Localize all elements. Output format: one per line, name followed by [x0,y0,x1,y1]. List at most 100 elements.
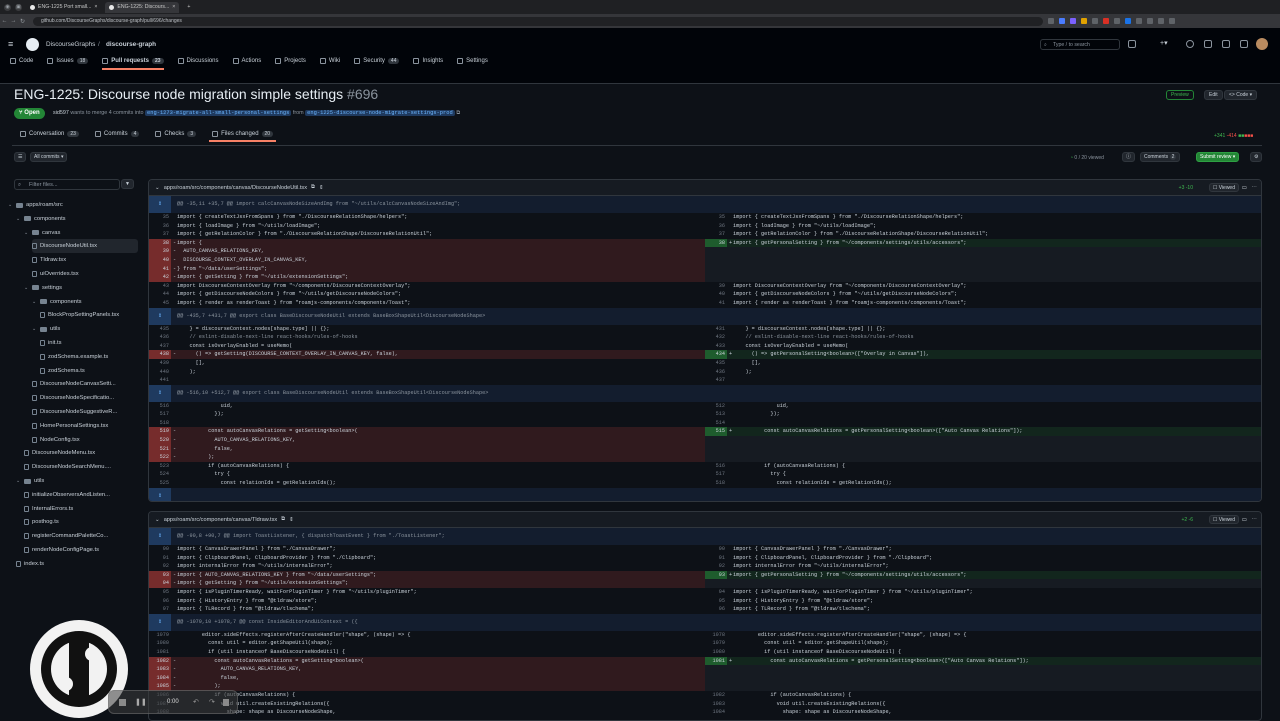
left-line[interactable]: 520- AUTO_CANVAS_RELATIONS_KEY, [149,436,705,445]
left-line[interactable]: 35 import { createTextJsxFromSpans } from… [149,213,705,222]
tree-file[interactable]: init.ts [40,336,138,350]
tree-file[interactable]: initializeObserversAndListen... [24,488,138,502]
left-line[interactable]: 91 import { ClipboardPanel, ClipboardProv… [149,554,705,563]
left-line[interactable]: 519- const autoCanvasRelations = getSett… [149,427,705,437]
tree-file[interactable]: Tldraw.tsx [32,253,138,267]
tree-folder[interactable]: ⌄ canvas [24,226,138,240]
right-line[interactable]: 518 const relationIds = getRelationIds()… [705,479,1261,488]
redo-icon[interactable]: ↷ [209,698,215,706]
code-button[interactable]: <> Code ▾ [1224,90,1258,100]
chevron-down-icon[interactable]: ⌄ [32,326,37,332]
left-line[interactable]: 94- import { getSetting } from "~/utils/e… [149,579,705,588]
chevron-down-icon[interactable]: ⌄ [24,285,29,291]
left-line[interactable]: 90 import { CanvasDrawerPanel } from "./C… [149,545,705,554]
right-line[interactable]: 41 import { render as renderToast } from … [705,299,1261,308]
left-line[interactable]: 92 import internalError from "~/utils/int… [149,562,705,571]
viewed-checkbox[interactable]: ☐ Viewed [1208,183,1239,192]
right-line[interactable]: 35 import { createTextJsxFromSpans } from… [705,213,1261,222]
repo-link[interactable]: discourse-graph [106,41,156,48]
tree-file[interactable]: DiscourseNodeMenu.tsx [24,446,138,460]
right-line[interactable] [705,264,1261,274]
left-line[interactable]: 38- import { [149,238,705,248]
right-line[interactable]: 1083 void util.createExistingRelations({ [705,700,1261,709]
viewed-checkbox[interactable]: ☐ Viewed [1208,515,1239,524]
left-line[interactable]: 521- false, [149,444,705,454]
tree-file[interactable]: BlockPropSettingPanels.tsx [40,308,138,322]
right-line[interactable]: 437 [705,376,1261,385]
chevron-down-icon[interactable]: ⌄ [32,299,37,305]
left-line[interactable]: 36 import { loadImage } from "~/utils/loa… [149,222,705,231]
tree-folder[interactable]: ⌄ settings [24,281,138,295]
hamburger-menu-icon[interactable]: ≡ [8,39,13,49]
author-link[interactable]: sid597 [53,110,69,116]
left-line[interactable]: 43 import DiscourseContextOverlay from "~… [149,282,705,291]
right-line[interactable]: 91 import { ClipboardPanel, ClipboardProv… [705,554,1261,563]
left-line[interactable]: 435 } = discourseContext.nodes[shape.typ… [149,325,705,334]
right-line[interactable] [705,673,1261,683]
delete-icon[interactable] [223,699,229,706]
left-line[interactable]: 440 ); [149,368,705,377]
tree-file[interactable]: DiscourseNodeSearchMenu.... [24,460,138,474]
left-line[interactable]: 436 // eslint-disable-next-line react-ho… [149,333,705,342]
submit-review-button[interactable]: Submit review ▾ [1196,152,1240,162]
undo-icon[interactable]: ↶ [193,698,199,706]
right-line[interactable]: 1082 if (autoCanvasRelations) { [705,691,1261,700]
left-line[interactable]: 523 if (autoCanvasRelations) { [149,462,705,471]
right-line[interactable]: 40 import { getDiscourseNodeColors } from… [705,290,1261,299]
filter-options-button[interactable]: ▼ [121,179,134,189]
right-line[interactable] [705,436,1261,445]
right-line[interactable] [705,453,1261,462]
right-line[interactable]: 1084 shape: shape as DiscourseNodeShape, [705,708,1261,717]
extension-icon[interactable] [1158,18,1164,24]
expand-all-icon[interactable]: ⇕ [319,185,324,191]
extension-icon[interactable] [1136,18,1142,24]
tree-file[interactable]: DiscourseNodeSuggestiveR... [32,405,138,419]
left-line[interactable]: 97 import { TLRecord } from "@tldraw/tlsc… [149,605,705,614]
new-tab-button[interactable]: + [183,2,194,13]
right-line[interactable]: 96 import { TLRecord } from "@tldraw/tlsc… [705,605,1261,614]
url-input[interactable]: github.com/DiscourseGraphs/discourse-gra… [33,16,1043,26]
right-line[interactable]: 513 }); [705,410,1261,419]
copy-icon[interactable]: ⧉ [311,184,315,191]
pull-requests-icon[interactable] [1204,40,1212,48]
left-line[interactable]: 516 uid, [149,402,705,411]
repo-tab-issues[interactable]: Issues 18 [47,58,89,64]
copy-icon[interactable]: ⧉ [281,516,285,523]
extension-icon[interactable] [1048,18,1054,24]
chevron-down-icon[interactable]: ⌄ [8,202,13,208]
right-line[interactable]: 517 try { [705,470,1261,479]
copy-icon[interactable]: ⧉ [456,110,460,116]
expand-icon[interactable]: ⇕ [149,528,171,545]
collapse-chevron-icon[interactable]: ⌄ [155,185,160,191]
left-line[interactable]: 437 const isOverlayEnabled = useMemo( [149,342,705,351]
comments-button[interactable]: Comments 2 [1140,152,1181,162]
right-line[interactable]: 432 // eslint-disable-next-line react-ho… [705,333,1261,342]
tree-file[interactable]: renderNodeConfigPage.ts [24,543,138,557]
tree-file[interactable]: NodeConfig.tsx [32,433,138,447]
tab-files-changed[interactable]: Files changed 20 [209,131,277,142]
repo-tab-actions[interactable]: Actions [232,58,261,64]
left-line[interactable]: 95 import { isPluginTimerReady, waitForPl… [149,588,705,597]
close-icon[interactable]: × [172,4,175,10]
create-new-icon[interactable]: +▾ [1160,39,1168,47]
window-icon[interactable]: ▣ [15,3,22,11]
menu-icon[interactable] [1169,18,1175,24]
back-icon[interactable]: ← [0,18,9,24]
close-icon[interactable]: × [94,4,97,10]
org-link[interactable]: DiscourseGraphs [46,41,95,48]
right-line[interactable]: 1078 editor.sideEffects.registerAfterCre… [705,631,1261,640]
file-path[interactable]: apps/roam/src/components/canvas/Discours… [164,185,307,191]
issues-icon[interactable] [1186,40,1194,48]
left-line[interactable]: 45 import { render as renderToast } from … [149,299,705,308]
extension-icon[interactable] [1125,18,1131,24]
more-options-icon[interactable]: ⋯ [1251,185,1257,191]
right-line[interactable]: 1079 const util = editor.getShapeUtil(sh… [705,639,1261,648]
browser-tab-2[interactable]: ENG-1225: Discours... × [105,1,180,13]
tree-file[interactable]: uiOverrides.tsx [32,267,138,281]
file-path[interactable]: apps/roam/src/components/canvas/Tldraw.t… [164,517,277,523]
left-line[interactable]: 1082- const autoCanvasRelations = getSet… [149,656,705,666]
right-line[interactable]: 38 + import { getPersonalSetting } from "~… [705,238,1261,248]
left-line[interactable]: 438- () => getSetting(DISCOURSE_CONTEXT_… [149,350,705,359]
right-line[interactable]: 90 import { CanvasDrawerPanel } from "./C… [705,545,1261,554]
search-input[interactable]: ⌕ Type / to search [1040,39,1120,50]
